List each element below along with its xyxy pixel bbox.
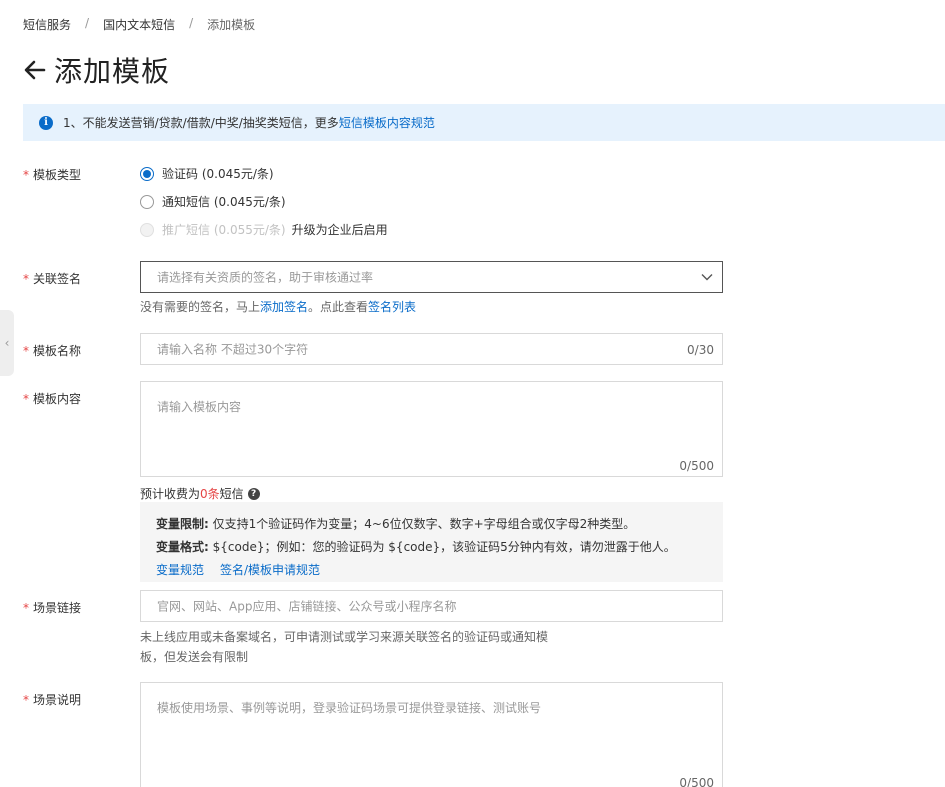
required-mark: * (23, 168, 29, 182)
radio-label: 验证码 (0.045元/条) (162, 167, 274, 181)
signature-select[interactable]: 请选择有关资质的签名，助于审核通过率 (140, 261, 723, 293)
scene-link-label: * 场景链接 (23, 601, 82, 615)
notice-banner: i 1、不能发送营销/贷款/借款/中奖/抽奖类短信，更多 短信模板内容规范 (23, 104, 945, 141)
radio-checked-icon[interactable] (140, 166, 154, 181)
variable-format-line: 变量格式: ${code}；例如：您的验证码为 ${code}，该验证码5分钟内… (156, 540, 676, 554)
breadcrumb-item-domestic-sms[interactable]: 国内文本短信 (103, 16, 175, 33)
radio-disabled-icon (140, 222, 154, 237)
page: ‹ 短信服务 / 国内文本短信 / 添加模板 添加模板 i 1、不能发送营销/贷… (0, 0, 945, 787)
required-mark: * (23, 344, 29, 358)
signature-label: * 关联签名 (23, 272, 82, 286)
template-content-label: * 模板内容 (23, 392, 82, 406)
fee-count: 0条 (200, 487, 220, 501)
radio-label: 推广短信 (0.055元/条) (162, 223, 286, 237)
template-apply-spec-link[interactable]: 签名/模板申请规范 (220, 559, 320, 582)
chevron-left-icon: ‹ (4, 336, 10, 350)
scene-desc-counter: 0/500 (679, 776, 714, 787)
page-title: 添加模板 (54, 55, 171, 88)
required-mark: * (23, 693, 29, 707)
title-row: 添加模板 (22, 50, 170, 90)
template-content-counter: 0/500 (679, 459, 714, 473)
upgrade-note: 升级为企业后启用 (291, 223, 388, 237)
scene-desc-placeholder: 模板使用场景、事例等说明，登录验证码场景可提供登录链接、测试账号 (157, 701, 542, 715)
signature-placeholder: 请选择有关资质的签名，助于审核通过率 (157, 270, 374, 285)
breadcrumb-separator: / (85, 16, 90, 30)
notice-link[interactable]: 短信模板内容规范 (339, 114, 435, 131)
question-icon[interactable]: ? (247, 487, 260, 500)
template-name-input[interactable]: 请输入名称 不超过30个字符 0/30 (140, 333, 723, 365)
template-name-label: * 模板名称 (23, 344, 82, 358)
template-name-placeholder: 请输入名称 不超过30个字符 (157, 342, 309, 357)
breadcrumb-separator: / (189, 16, 194, 30)
scene-link-help: 未上线应用或未备案域名，可申请测试或学习来源关联签名的验证码或通知模 板，但发送… (140, 630, 549, 664)
info-icon: i (39, 115, 53, 130)
signature-help: 没有需要的签名，马上添加签名。点此查看签名列表 (140, 300, 417, 314)
variable-rules-box: 变量限制: 仅支持1个验证码作为变量；4~6位仅数字、数字+字母组合或仅字母2种… (140, 502, 723, 582)
breadcrumb-item-sms-service[interactable]: 短信服务 (23, 16, 71, 33)
back-arrow-icon[interactable] (22, 57, 48, 83)
variable-spec-link[interactable]: 变量规范 (156, 559, 204, 582)
variable-limit-line: 变量限制: 仅支持1个验证码作为变量；4~6位仅数字、数字+字母组合或仅字母2种… (156, 517, 636, 531)
breadcrumb: 短信服务 / 国内文本短信 / 添加模板 (23, 16, 255, 33)
radio-unchecked-icon[interactable] (140, 194, 154, 209)
chevron-down-icon (701, 274, 713, 281)
required-mark: * (23, 392, 29, 406)
radio-verification-code[interactable]: 验证码 (0.045元/条) (140, 165, 274, 182)
fee-estimate: 预计收费为 0条 短信 ? (140, 485, 260, 502)
signature-list-link[interactable]: 签名列表 (368, 300, 416, 314)
scene-desc-label: * 场景说明 (23, 693, 82, 707)
collapse-sidebar-tab[interactable]: ‹ (0, 310, 14, 376)
template-content-placeholder: 请输入模板内容 (157, 400, 242, 414)
notice-text: 1、不能发送营销/贷款/借款/中奖/抽奖类短信，更多 (63, 116, 339, 130)
required-mark: * (23, 601, 29, 615)
template-name-counter: 0/30 (687, 343, 714, 357)
add-signature-link[interactable]: 添加签名 (260, 300, 308, 314)
radio-notification[interactable]: 通知短信 (0.045元/条) (140, 193, 286, 210)
template-type-label: * 模板类型 (23, 168, 82, 182)
radio-label: 通知短信 (0.045元/条) (162, 195, 286, 209)
breadcrumb-item-current: 添加模板 (207, 18, 256, 32)
scene-desc-textarea[interactable]: 模板使用场景、事例等说明，登录验证码场景可提供登录链接、测试账号 0/500 (140, 682, 723, 787)
template-content-textarea[interactable]: 请输入模板内容 0/500 (140, 381, 723, 477)
scene-link-input[interactable]: 官网、网站、App应用、店铺链接、公众号或小程序名称 (140, 590, 723, 622)
radio-promotion: 推广短信 (0.055元/条) 升级为企业后启用 (140, 221, 388, 238)
scene-link-placeholder: 官网、网站、App应用、店铺链接、公众号或小程序名称 (157, 599, 457, 614)
required-mark: * (23, 272, 29, 286)
